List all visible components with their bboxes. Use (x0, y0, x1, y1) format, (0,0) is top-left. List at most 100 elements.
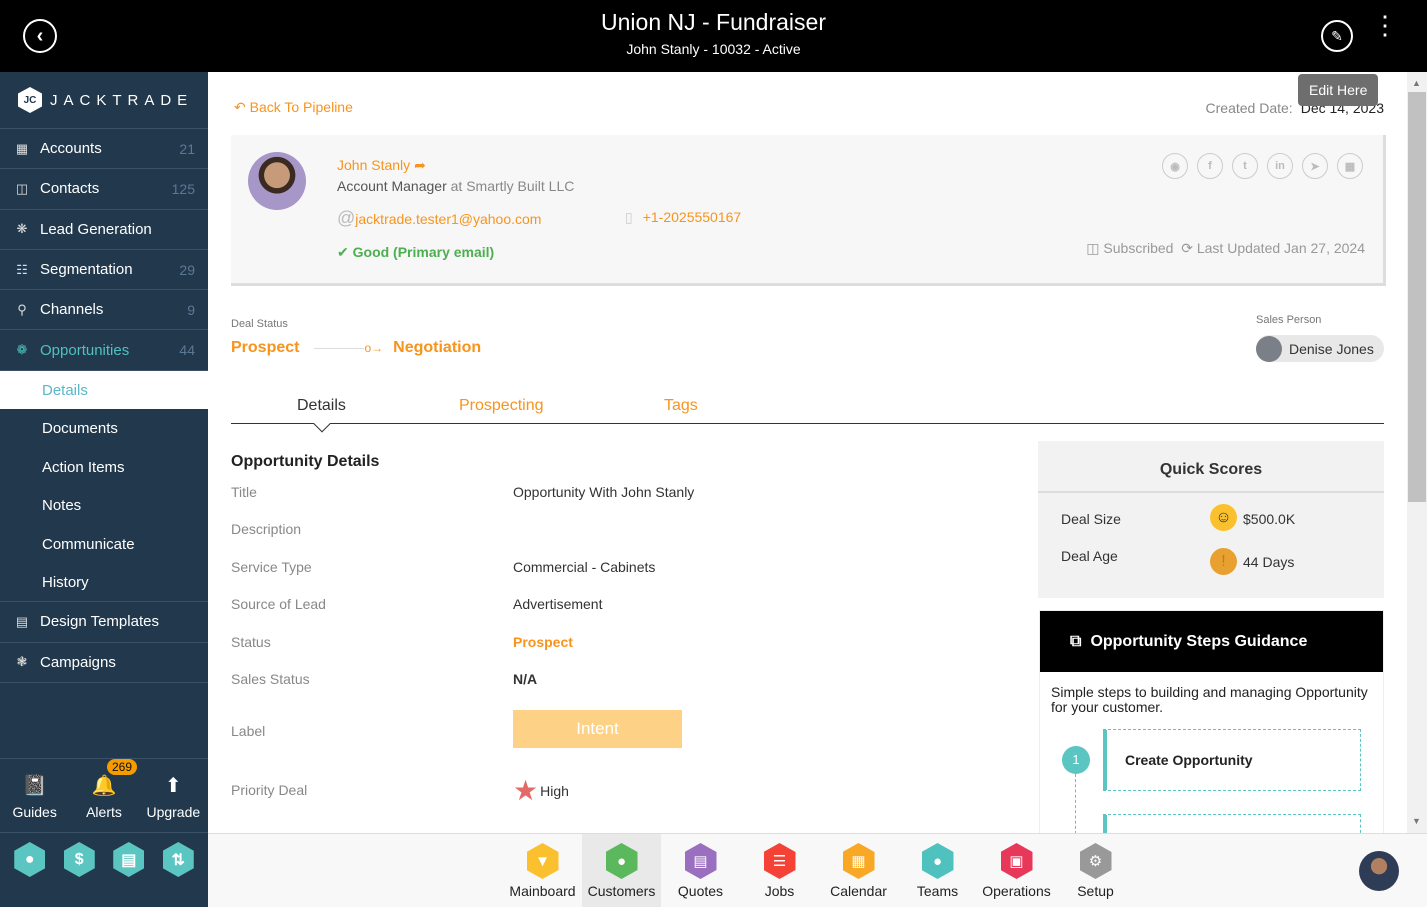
app-jobs[interactable]: ☰ Jobs (740, 834, 819, 907)
sidebar-item-accounts[interactable]: ▦ Accounts 21 (0, 129, 208, 170)
sidebar-subitem-details[interactable]: Details (0, 370, 208, 410)
campaigns-icon: ❃ (16, 654, 28, 670)
app-setup[interactable]: ⚙ Setup (1056, 834, 1135, 907)
field-label: Label (231, 723, 266, 739)
signpost-icon: ⧉ (1070, 632, 1082, 650)
sidebar-subitem-history[interactable]: History (0, 564, 208, 603)
field-value: Opportunity With John Stanly (513, 484, 695, 500)
top-bar: ‹ Union NJ - Fundraiser John Stanly - 10… (0, 0, 1427, 72)
main-content: ↶ Back To Pipeline Created Date: Dec 14, … (208, 72, 1407, 833)
scrollbar[interactable]: ▲ ▼ (1407, 72, 1427, 833)
step-number: 1 (1062, 746, 1090, 774)
sidebar-item-lead-generation[interactable]: ❋ Lead Generation (0, 210, 208, 250)
upgrade-button[interactable]: ⬆ Upgrade (143, 773, 203, 820)
sidebar-item-opportunities[interactable]: ❁ Opportunities 44 (0, 330, 208, 371)
label-intent-button[interactable]: Intent (513, 710, 682, 748)
more-menu-button[interactable]: ⋮ (1372, 12, 1398, 38)
guides-button[interactable]: 📓 Guides (5, 773, 65, 820)
field-value: Commercial - Cabinets (513, 559, 656, 575)
contact-name[interactable]: John Stanly ➦ (337, 157, 426, 174)
sidebar-subitem-notes[interactable]: Notes (0, 487, 208, 526)
person-icon[interactable]: ● (14, 842, 46, 877)
field-label: Status (231, 634, 271, 650)
quick-scores-panel: Quick Scores Deal Size ☺ $500.0K Deal Ag… (1038, 441, 1384, 598)
linkedin-icon[interactable]: in (1267, 153, 1293, 179)
sidebar-subitem-documents[interactable]: Documents (0, 409, 208, 448)
user-avatar[interactable] (1359, 851, 1399, 891)
priority-value[interactable]: ★ High (513, 774, 569, 807)
twitter-icon[interactable]: t (1232, 153, 1258, 179)
more-apps-icon[interactable]: ▦ (1337, 153, 1363, 179)
smiley-icon: ☺ (1210, 504, 1237, 531)
tab-details[interactable]: Details (297, 397, 346, 415)
tab-indicator (313, 415, 331, 433)
opportunities-icon: ❁ (16, 342, 28, 358)
field-label: Sales Status (231, 671, 310, 687)
contact-email[interactable]: @jacktrade.tester1@yahoo.com (337, 208, 541, 229)
bell-icon: 🔔 (91, 775, 117, 797)
quick-actions: ● $ ▤ ⇅ (0, 842, 208, 877)
refresh-icon: ⟳ (1181, 240, 1197, 256)
sales-person-chip[interactable]: Denise Jones (1256, 335, 1384, 362)
warning-icon: ! (1210, 548, 1237, 575)
book-icon: 📓 (22, 775, 48, 797)
back-to-pipeline-link[interactable]: ↶ Back To Pipeline (234, 99, 353, 116)
step-create-opportunity[interactable]: Create Opportunity (1103, 729, 1361, 791)
subscribed-icon: ◫ (1086, 240, 1104, 256)
app-customers[interactable]: ● Customers (582, 834, 661, 907)
section-title: Opportunity Details (231, 453, 380, 470)
field-label: Title (231, 484, 257, 500)
tabs: Details Prospecting Tags (231, 390, 1384, 433)
page-title: Union NJ - Fundraiser (601, 9, 826, 35)
telegram-icon[interactable]: ➤ (1302, 153, 1328, 179)
contact-meta: ◫ Subscribed ⟳ Last Updated Jan 27, 2024 (1086, 240, 1365, 256)
calendar-icon: ▦ (842, 843, 875, 879)
sidebar-subitem-communicate[interactable]: Communicate (0, 525, 208, 564)
instagram-icon[interactable]: ◉ (1162, 153, 1188, 179)
deal-status-flow: Prospect o→ Negotiation (231, 339, 482, 356)
field-label: Service Type (231, 559, 312, 575)
contact-phone[interactable]: ▯ +1-2025550167 (625, 209, 741, 226)
money-icon[interactable]: ▤ (113, 842, 145, 877)
segmentation-icon: ☷ (16, 261, 28, 277)
tab-prospecting[interactable]: Prospecting (459, 397, 544, 415)
quotes-icon: ▤ (684, 843, 717, 879)
at-icon: @ (337, 208, 356, 228)
app-operations[interactable]: ▣ Operations (977, 834, 1056, 907)
alerts-button[interactable]: 269 🔔 Alerts (74, 759, 138, 820)
mainboard-icon: ▼ (526, 843, 559, 879)
app-quotes[interactable]: ▤ Quotes (661, 834, 740, 907)
sidebar-item-contacts[interactable]: ◫ Contacts 125 (0, 169, 208, 210)
sidebar-item-design-templates[interactable]: ▤ Design Templates (0, 602, 208, 643)
sales-person-label: Sales Person (1256, 314, 1322, 326)
arrow-right-icon: o→ (364, 341, 384, 355)
page-subtitle: John Stanly - 10032 - Active (626, 41, 801, 57)
edit-button[interactable]: ✎ (1321, 20, 1353, 52)
alerts-badge: 269 (106, 759, 138, 775)
app-mainboard[interactable]: ▼ Mainboard (503, 834, 582, 907)
sidebar-subitem-action-items[interactable]: Action Items (0, 448, 208, 487)
sidebar-bottom: 📓 Guides 269 🔔 Alerts ⬆ Upgrade (0, 758, 208, 833)
workflow-icon[interactable]: ⇅ (162, 842, 194, 877)
field-label: Source of Lead (231, 596, 326, 612)
phone-icon: ▯ (625, 209, 633, 225)
field-value: N/A (513, 671, 538, 687)
templates-icon: ▤ (15, 613, 29, 629)
share-icon[interactable]: ➦ (414, 157, 426, 173)
setup-icon: ⚙ (1079, 843, 1112, 879)
sidebar-item-channels[interactable]: ⚲ Channels 9 (0, 290, 208, 331)
dollar-icon[interactable]: $ (63, 842, 95, 877)
step-next[interactable] (1103, 814, 1361, 833)
app-calendar[interactable]: ▦ Calendar (819, 834, 898, 907)
field-value: Advertisement (513, 596, 603, 612)
facebook-icon[interactable]: f (1197, 153, 1223, 179)
tab-tags[interactable]: Tags (664, 397, 698, 415)
app-teams[interactable]: ● Teams (898, 834, 977, 907)
sidebar-item-campaigns[interactable]: ❃ Campaigns (0, 643, 208, 683)
field-value: Prospect (513, 634, 573, 650)
app-bar: ▼ Mainboard ● Customers ▤ Quotes ☰ Jobs ▦ Calenda… (208, 833, 1427, 907)
jobs-icon: ☰ (763, 843, 796, 879)
sidebar-item-segmentation[interactable]: ☷ Segmentation 29 (0, 250, 208, 291)
logo: JC JACKTRADE (0, 72, 208, 129)
field-label: Priority Deal (231, 782, 308, 798)
